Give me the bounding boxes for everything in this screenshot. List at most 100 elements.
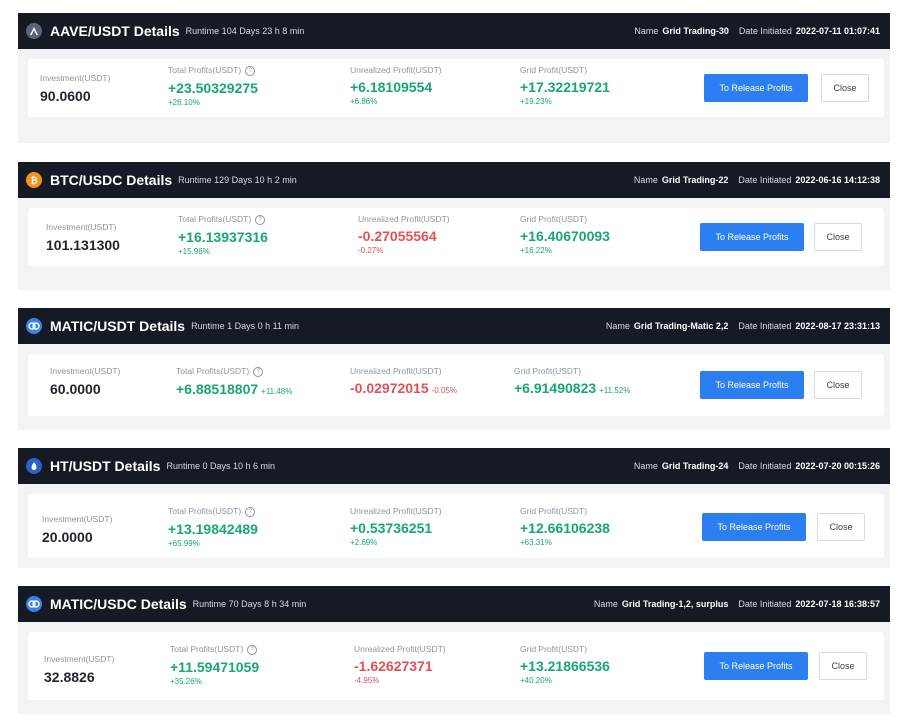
matic-coin-icon bbox=[26, 318, 42, 334]
header-meta: Name Grid Trading-Matic 2,2 Date Initiat… bbox=[606, 321, 880, 331]
total-profit-percent: +15.96% bbox=[178, 247, 210, 256]
unrealized-profit-percent: +2.69% bbox=[350, 538, 378, 547]
strategy-panel: ₿ BTC/USDC Details Runtime 129 Days 10 h… bbox=[18, 162, 890, 290]
investment-label: Investment(USDT) bbox=[42, 514, 113, 524]
panel-title: BTC/USDC Details bbox=[50, 172, 173, 188]
grid-profit-value: +6.91490823 bbox=[514, 380, 597, 396]
unrealized-profit-value: -1.62627371 bbox=[354, 658, 433, 674]
panel-title: HT/USDT Details bbox=[50, 458, 161, 474]
strategy-panel: AAVE/USDT Details Runtime 104 Days 23 h … bbox=[18, 13, 890, 143]
total-profit-label: Total Profits(USDT) bbox=[168, 65, 242, 75]
date-label: Date Initiated bbox=[738, 175, 792, 185]
header-meta: Name Grid Trading-1,2, surplus Date Init… bbox=[594, 599, 880, 609]
help-icon[interactable]: ? bbox=[245, 507, 256, 517]
investment-value: 32.8826 bbox=[44, 669, 95, 685]
unrealized-profit-label: Unrealized Profit(USDT) bbox=[350, 65, 442, 75]
help-icon[interactable]: ? bbox=[255, 215, 266, 225]
header-meta: Name Grid Trading-30 Date Initiated 2022… bbox=[634, 26, 880, 36]
release-profits-button[interactable]: To Release Profits bbox=[704, 74, 808, 102]
grid-profit-stat: Grid Profit(USDT) +16.40670093 +16.22% bbox=[520, 214, 610, 255]
close-button[interactable]: Close bbox=[821, 74, 869, 102]
release-profits-button[interactable]: To Release Profits bbox=[702, 513, 806, 541]
ht-coin-icon bbox=[26, 458, 42, 474]
help-icon[interactable]: ? bbox=[253, 367, 264, 377]
unrealized-profit-label: Unrealized Profit(USDT) bbox=[354, 644, 446, 654]
name-value: Grid Trading-24 bbox=[661, 461, 729, 471]
close-button[interactable]: Close bbox=[817, 513, 865, 541]
unrealized-profit-stat: Unrealized Profit(USDT) -1.62627371 -4.9… bbox=[354, 644, 446, 685]
unrealized-profit-value: +0.53736251 bbox=[350, 520, 433, 536]
panel-title: MATIC/USDT Details bbox=[50, 318, 186, 334]
investment-value: 90.0600 bbox=[40, 88, 91, 104]
grid-profit-label: Grid Profit(USDT) bbox=[514, 366, 582, 376]
panel-body: Investment(USDT) 32.8826 Total Profits(U… bbox=[18, 622, 890, 714]
grid-profit-percent: +16.22% bbox=[520, 246, 552, 255]
grid-profit-label: Grid Profit(USDT) bbox=[520, 214, 588, 224]
header-meta: Name Grid Trading-22 Date Initiated 2022… bbox=[634, 175, 880, 185]
investment-stat: Investment(USDT) 60.0000 bbox=[50, 366, 120, 397]
unrealized-profit-percent: +6.86% bbox=[350, 97, 378, 106]
total-profit-percent: +65.99% bbox=[168, 539, 200, 548]
unrealized-profit-value: -0.02972015 bbox=[350, 380, 429, 396]
close-button[interactable]: Close bbox=[814, 223, 862, 251]
investment-label: Investment(USDT) bbox=[46, 222, 117, 232]
unrealized-profit-stat: Unrealized Profit(USDT) +6.18109554 +6.8… bbox=[350, 65, 442, 106]
panel-header: AAVE/USDT Details Runtime 104 Days 23 h … bbox=[18, 13, 890, 49]
grid-profit-value: +16.40670093 bbox=[520, 228, 610, 244]
release-profits-button[interactable]: To Release Profits bbox=[700, 371, 804, 399]
help-icon[interactable]: ? bbox=[247, 645, 258, 655]
grid-profit-percent: +11.52% bbox=[599, 386, 631, 395]
investment-value: 20.0000 bbox=[42, 529, 93, 545]
svg-text:₿: ₿ bbox=[30, 175, 37, 185]
close-button[interactable]: Close bbox=[814, 371, 862, 399]
unrealized-profit-percent: -0.27% bbox=[358, 246, 384, 255]
strategy-panel: MATIC/USDC Details Runtime 70 Days 8 h 3… bbox=[18, 586, 890, 714]
stats-card: Investment(USDT) 20.0000 Total Profits(U… bbox=[28, 494, 884, 558]
total-profit-stat: Total Profits(USDT)? +23.50329275 +26.10… bbox=[168, 65, 258, 107]
date-value: 2022-06-16 14:12:38 bbox=[795, 175, 880, 185]
runtime-text: Runtime 70 Days 8 h 34 min bbox=[192, 599, 307, 609]
grid-profit-stat: Grid Profit(USDT) +13.21866536 +40.20% bbox=[520, 644, 610, 685]
grid-profit-value: +17.32219721 bbox=[520, 79, 610, 95]
total-profit-value: +6.88518807 bbox=[176, 381, 259, 397]
total-profit-stat: Total Profits(USDT)? +13.19842489 +65.99… bbox=[168, 506, 258, 548]
total-profit-value: +13.19842489 bbox=[168, 521, 258, 537]
close-button[interactable]: Close bbox=[819, 652, 867, 680]
name-value: Grid Trading-1,2, surplus bbox=[621, 599, 729, 609]
name-value: Grid Trading-30 bbox=[662, 26, 729, 36]
total-profit-stat: Total Profits(USDT)? +16.13937316 +15.96… bbox=[178, 214, 268, 256]
total-profit-label: Total Profits(USDT) bbox=[168, 506, 242, 516]
panel-title: MATIC/USDC Details bbox=[50, 596, 187, 612]
investment-value: 60.0000 bbox=[50, 381, 101, 397]
strategy-panel: HT/USDT Details Runtime 0 Days 10 h 6 mi… bbox=[18, 448, 890, 568]
runtime-text: Runtime 0 Days 10 h 6 min bbox=[166, 461, 276, 471]
aave-coin-icon bbox=[26, 23, 42, 39]
total-profit-percent: +26.10% bbox=[168, 98, 200, 107]
release-profits-button[interactable]: To Release Profits bbox=[700, 223, 804, 251]
investment-label: Investment(USDT) bbox=[50, 366, 121, 376]
grid-profit-label: Grid Profit(USDT) bbox=[520, 506, 588, 516]
stats-card: Investment(USDT) 90.0600 Total Profits(U… bbox=[28, 59, 884, 117]
investment-value: 101.131300 bbox=[46, 237, 120, 253]
panel-body: Investment(USDT) 101.131300 Total Profit… bbox=[18, 198, 890, 290]
release-profits-button[interactable]: To Release Profits bbox=[704, 652, 808, 680]
grid-profit-percent: +63.31% bbox=[520, 538, 552, 547]
date-label: Date Initiated bbox=[738, 599, 792, 609]
grid-profit-stat: Grid Profit(USDT) +12.66106238 +63.31% bbox=[520, 506, 610, 547]
total-profit-value: +23.50329275 bbox=[168, 80, 258, 96]
name-value: Grid Trading-22 bbox=[661, 175, 729, 185]
grid-profit-stat: Grid Profit(USDT) +17.32219721 +19.23% bbox=[520, 65, 610, 106]
total-profit-label: Total Profits(USDT) bbox=[170, 644, 244, 654]
help-icon[interactable]: ? bbox=[245, 66, 256, 76]
name-label: Name bbox=[593, 599, 618, 609]
panel-header: ₿ BTC/USDC Details Runtime 129 Days 10 h… bbox=[18, 162, 890, 198]
runtime-text: Runtime 129 Days 10 h 2 min bbox=[178, 175, 297, 185]
total-profit-stat: Total Profits(USDT)? +11.59471059 +35.26… bbox=[170, 644, 259, 686]
investment-stat: Investment(USDT) 90.0600 bbox=[40, 73, 110, 104]
grid-profit-percent: +19.23% bbox=[520, 97, 552, 106]
unrealized-profit-percent: -4.95% bbox=[354, 676, 380, 685]
date-label: Date Initiated bbox=[738, 321, 792, 331]
total-profit-value: +16.13937316 bbox=[178, 229, 268, 245]
panel-body: Investment(USDT) 60.0000 Total Profits(U… bbox=[18, 344, 890, 430]
investment-label: Investment(USDT) bbox=[44, 654, 115, 664]
